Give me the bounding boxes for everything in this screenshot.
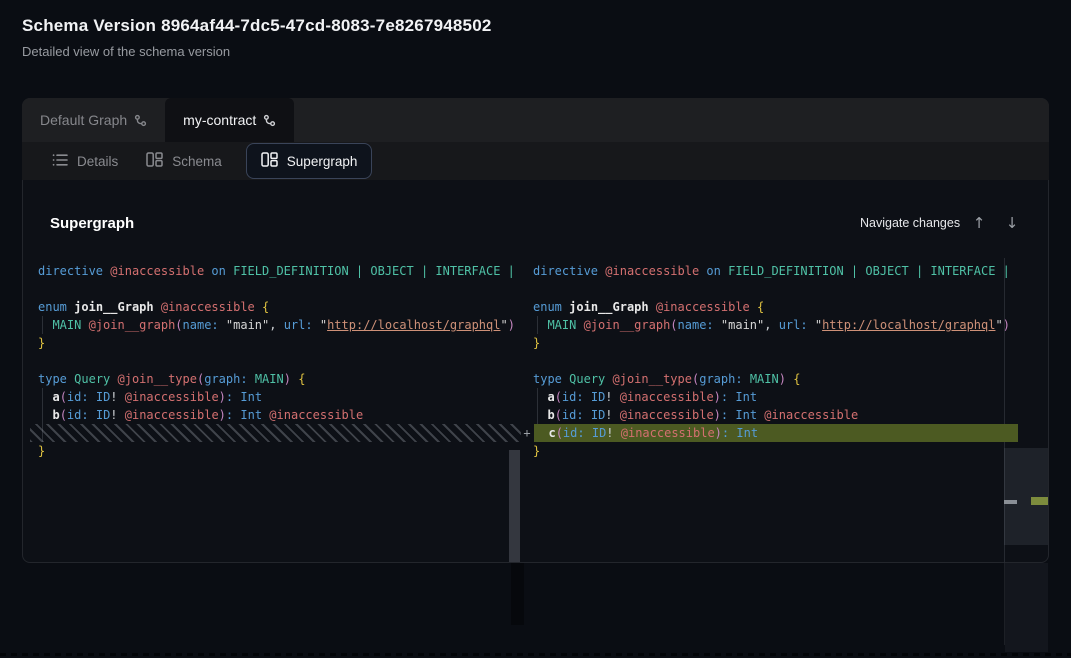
navigate-changes-label: Navigate changes [860,216,960,230]
added-code-line: c(id: ID! @inaccessible): Int [534,424,1018,442]
tab-details-label: Details [77,154,118,169]
insert-change-icon: + [520,424,534,442]
next-change-button[interactable]: ↓ [1001,212,1023,234]
code-line: b(id: ID! @inaccessible): Int @inaccessi… [525,406,1018,424]
diff-right-pane[interactable]: directive @inaccessible on FIELD_DEFINIT… [525,262,1018,460]
view-tab-bar: Details Schema Supergraph [22,142,1049,180]
overview-added-mark [1031,497,1048,505]
tab-default-graph-label: Default Graph [40,112,127,128]
diff-placeholder-row [30,424,521,442]
tab-details[interactable]: Details [38,143,132,179]
lower-section-dashed-border [0,653,1071,656]
code-line: MAIN @join__graph(name: "main", url: "ht… [22,316,521,334]
left-pane-scrollbar[interactable] [509,450,520,562]
overview-cursor-mark [1004,500,1017,504]
panel-title: Supergraph [50,215,134,232]
lower-section-overview-ruler [1005,563,1048,652]
code-line: } [22,442,521,460]
code-line: enum join__Graph @inaccessible { [525,298,1018,316]
variant-tab-bar: Default Graph my-contract [22,98,1049,142]
code-line: } [525,334,1018,352]
code-line [22,352,521,370]
split-panels-icon [146,152,163,170]
code-line [525,352,1018,370]
code-line [22,280,521,298]
code-line: type Query @join__type(graph: MAIN) { [525,370,1018,388]
code-line: } [525,442,1018,460]
code-line: } [22,334,521,352]
tab-schema-label: Schema [172,154,222,169]
list-icon [52,153,68,170]
tab-my-contract-label: my-contract [183,112,256,128]
tab-supergraph[interactable]: Supergraph [246,143,373,179]
split-panels-icon [261,152,278,170]
previous-change-button[interactable]: ↑ [968,212,990,234]
code-line: directive @inaccessible on FIELD_DEFINIT… [22,262,521,280]
tab-supergraph-label: Supergraph [287,154,358,169]
code-line: directive @inaccessible on FIELD_DEFINIT… [525,262,1018,280]
tab-schema[interactable]: Schema [132,143,236,179]
code-line: b(id: ID! @inaccessible): Int @inaccessi… [22,406,521,424]
fork-icon [134,114,147,127]
diff-left-pane[interactable]: directive @inaccessible on FIELD_DEFINIT… [22,262,521,460]
tab-default-graph[interactable]: Default Graph [22,98,165,142]
code-line: type Query @join__type(graph: MAIN) { [22,370,521,388]
schema-version-page: Schema Version 8964af44-7dc5-47cd-8083-7… [0,0,1071,658]
code-line: enum join__Graph @inaccessible { [22,298,521,316]
code-line: a(id: ID! @inaccessible): Int [525,388,1018,406]
page-subtitle: Detailed view of the schema version [22,44,230,59]
code-line: a(id: ID! @inaccessible): Int [22,388,521,406]
code-line: MAIN @join__graph(name: "main", url: "ht… [525,316,1018,334]
lower-section-pane-separator [511,563,524,625]
page-title: Schema Version 8964af44-7dc5-47cd-8083-7… [22,16,492,36]
code-line [525,280,1018,298]
fork-icon [263,114,276,127]
tab-my-contract[interactable]: my-contract [165,98,294,142]
